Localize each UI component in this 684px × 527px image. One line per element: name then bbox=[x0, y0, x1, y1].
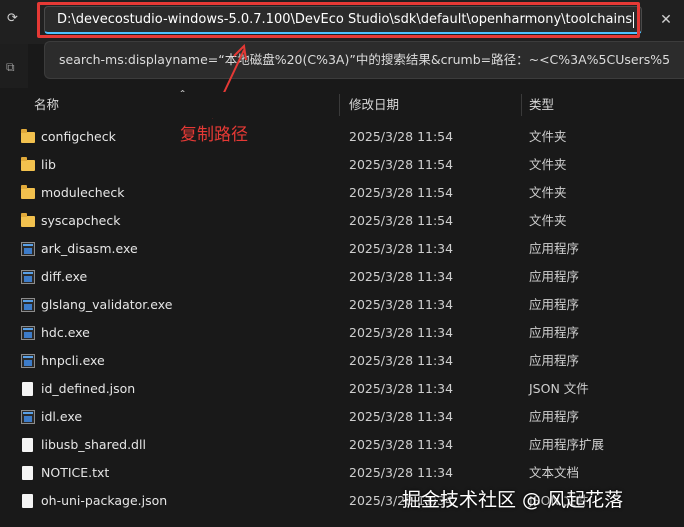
file-name: NOTICE.txt bbox=[41, 465, 110, 480]
exe-icon bbox=[21, 270, 35, 284]
column-divider[interactable] bbox=[521, 94, 522, 116]
file-row[interactable]: modulecheck 2025/3/28 11:54 文件夹 bbox=[0, 179, 684, 207]
partially-visible-row bbox=[0, 520, 684, 527]
folder-icon bbox=[21, 185, 35, 199]
file-date: 2025/3/28 11:34 bbox=[349, 409, 454, 424]
file-date: 2025/3/28 11:34 bbox=[349, 465, 454, 480]
file-name: hnpcli.exe bbox=[41, 353, 105, 368]
file-name: glslang_validator.exe bbox=[41, 297, 173, 312]
file-name: idl.exe bbox=[41, 409, 83, 424]
address-suggestion[interactable]: search-ms:displayname=“本地磁盘%20(C%3A)”中的搜… bbox=[44, 41, 684, 79]
file-date: 2025/3/28 11:34 bbox=[349, 297, 454, 312]
address-bar-input[interactable]: D:\devecostudio-windows-5.0.7.100\DevEco… bbox=[44, 6, 642, 34]
file-row[interactable]: diff.exe 2025/3/28 11:34 应用程序 bbox=[0, 263, 684, 291]
file-type: 应用程序 bbox=[529, 353, 580, 368]
file-date: 2025/3/28 11:54 bbox=[349, 213, 454, 228]
text-caret bbox=[633, 11, 635, 28]
file-row[interactable]: ark_disasm.exe 2025/3/28 11:34 应用程序 bbox=[0, 235, 684, 263]
file-name: syscapcheck bbox=[41, 213, 121, 228]
exe-icon bbox=[21, 354, 35, 368]
folder-icon bbox=[21, 213, 35, 227]
file-name: configcheck bbox=[41, 129, 116, 144]
file-date: 2025/3/28 11:34 bbox=[349, 353, 454, 368]
file-type: 应用程序 bbox=[529, 325, 580, 340]
file-name: id_defined.json bbox=[41, 381, 136, 396]
file-type: 应用程序 bbox=[529, 297, 580, 312]
file-name: libusb_shared.dll bbox=[41, 437, 146, 452]
file-row[interactable]: syscapcheck 2025/3/28 11:54 文件夹 bbox=[0, 207, 684, 235]
file-row[interactable]: NOTICE.txt 2025/3/28 11:34 文本文档 bbox=[0, 459, 684, 487]
file-row[interactable]: libusb_shared.dll 2025/3/28 11:34 应用程序扩展 bbox=[0, 431, 684, 459]
file-row[interactable]: hdc.exe 2025/3/28 11:34 应用程序 bbox=[0, 319, 684, 347]
file-row[interactable]: lib 2025/3/28 11:54 文件夹 bbox=[0, 151, 684, 179]
file-type: 文本文档 bbox=[529, 465, 580, 480]
file-date: 2025/3/28 11:34 bbox=[349, 269, 454, 284]
file-row[interactable]: glslang_validator.exe 2025/3/28 11:34 应用程序 bbox=[0, 291, 684, 319]
file-row[interactable]: configcheck 2025/3/28 11:54 文件夹 bbox=[0, 123, 684, 151]
file-name: ark_disasm.exe bbox=[41, 241, 138, 256]
file-date: 2025/3/28 11:54 bbox=[349, 157, 454, 172]
copy-icon[interactable]: ⧉ bbox=[6, 61, 18, 73]
file-date: 2025/3/28 11:34 bbox=[349, 241, 454, 256]
file-type: 文件夹 bbox=[529, 157, 567, 172]
file-name: lib bbox=[41, 157, 56, 172]
suggestion-text: search-ms:displayname=“本地磁盘%20(C%3A)”中的搜… bbox=[59, 52, 671, 67]
file-type: 文件夹 bbox=[529, 129, 567, 144]
file-type: 应用程序扩展 bbox=[529, 437, 605, 452]
document-icon bbox=[22, 382, 33, 396]
file-type: 文件夹 bbox=[529, 213, 567, 228]
watermark: 掘金技术社区 @ 风起花落 bbox=[402, 489, 624, 511]
file-name: diff.exe bbox=[41, 269, 88, 284]
column-type[interactable]: 类型 bbox=[529, 92, 554, 118]
exe-icon bbox=[21, 242, 35, 256]
refresh-icon[interactable]: ⟳ bbox=[7, 12, 21, 26]
exe-icon bbox=[21, 326, 35, 340]
file-name: modulecheck bbox=[41, 185, 125, 200]
file-type: JSON 文件 bbox=[529, 381, 589, 396]
folder-icon bbox=[21, 129, 35, 143]
file-row[interactable]: id_defined.json 2025/3/28 11:34 JSON 文件 bbox=[0, 375, 684, 403]
exe-icon bbox=[21, 298, 35, 312]
file-date: 2025/3/28 11:34 bbox=[349, 381, 454, 396]
address-path-text: D:\devecostudio-windows-5.0.7.100\DevEco… bbox=[57, 12, 633, 27]
document-icon bbox=[22, 466, 33, 480]
file-row[interactable]: idl.exe 2025/3/28 11:34 应用程序 bbox=[0, 403, 684, 431]
column-name[interactable]: 名称 bbox=[34, 92, 59, 118]
file-date: 2025/3/28 11:34 bbox=[349, 437, 454, 452]
exe-icon bbox=[21, 410, 35, 424]
folder-icon bbox=[21, 157, 35, 171]
file-type: 应用程序 bbox=[529, 409, 580, 424]
file-date: 2025/3/28 11:34 bbox=[349, 325, 454, 340]
file-type: 应用程序 bbox=[529, 269, 580, 284]
file-name: oh-uni-package.json bbox=[41, 493, 168, 508]
file-date: 2025/3/28 11:54 bbox=[349, 129, 454, 144]
file-type: 文件夹 bbox=[529, 185, 567, 200]
file-date: 2025/3/28 11:54 bbox=[349, 185, 454, 200]
column-header: 名称 修改日期 类型 bbox=[0, 92, 684, 118]
column-date[interactable]: 修改日期 bbox=[349, 92, 399, 118]
file-type: 应用程序 bbox=[529, 241, 580, 256]
file-row[interactable]: hnpcli.exe 2025/3/28 11:34 应用程序 bbox=[0, 347, 684, 375]
dll-icon bbox=[22, 438, 33, 452]
close-icon[interactable]: ✕ bbox=[655, 9, 677, 31]
document-icon bbox=[22, 494, 33, 508]
file-name: hdc.exe bbox=[41, 325, 90, 340]
column-divider[interactable] bbox=[339, 94, 340, 116]
